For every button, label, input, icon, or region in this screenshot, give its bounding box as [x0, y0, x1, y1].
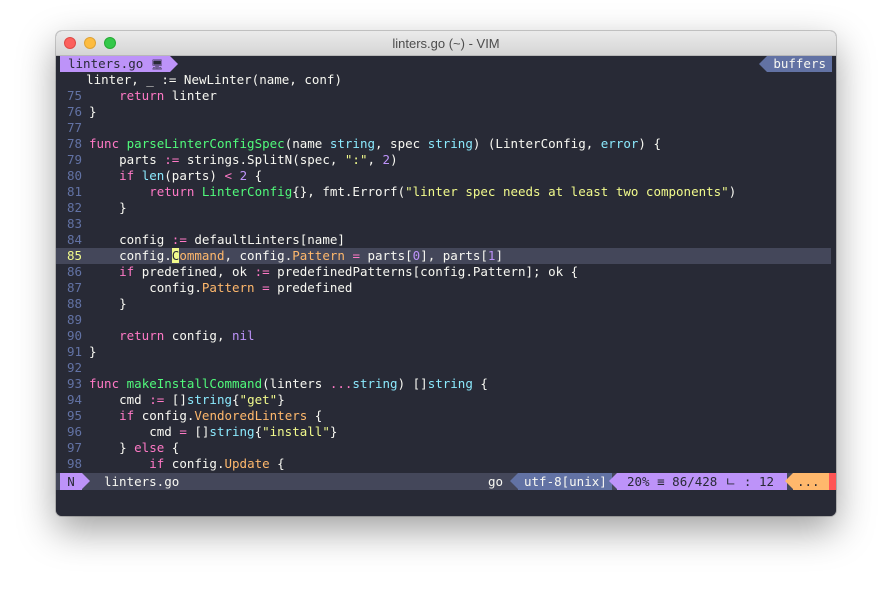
- line-number: 96: [66, 424, 82, 439]
- line-number: 76: [66, 104, 82, 119]
- line-number: 79: [66, 152, 82, 167]
- line-number: 83: [66, 216, 82, 231]
- status-filetype: go: [488, 474, 504, 489]
- current-code-line: 85 config.Command, config.Pattern = part…: [56, 248, 831, 264]
- code-line: 77: [56, 120, 836, 136]
- line-number: 90: [66, 328, 82, 343]
- status-warnings: ...: [785, 473, 829, 490]
- line-number: 95: [66, 408, 82, 423]
- line-number: 85: [66, 248, 82, 263]
- tab-icon: 🖥: [150, 60, 164, 71]
- line-number: 82: [66, 200, 82, 215]
- tab-linters-go[interactable]: linters.go 🖥: [60, 56, 177, 72]
- line-number: 88: [66, 296, 82, 311]
- code-line: 86 if predefined, ok := predefinedPatter…: [56, 264, 836, 280]
- line-number: 87: [66, 280, 82, 295]
- title-bar[interactable]: linters.go (~) - VIM: [56, 31, 836, 56]
- code-line: 92: [56, 360, 836, 376]
- line-number: 81: [66, 184, 82, 199]
- command-line[interactable]: [56, 490, 836, 516]
- code-line: 88 }: [56, 296, 836, 312]
- buffers-label[interactable]: buffers: [759, 56, 832, 72]
- status-line: N linters.go go utf-8[unix] 20% ≡ 86/428…: [56, 473, 836, 490]
- menu-lines-icon: ≡: [657, 474, 665, 489]
- line-col-icon: ㄴ: [724, 474, 737, 489]
- code-text: linter, _ := NewLinter(name, conf): [56, 72, 342, 87]
- code-line: 98 if config.Update {: [56, 456, 836, 472]
- status-percent: 20%: [627, 474, 650, 489]
- line-number: 97: [66, 440, 82, 455]
- editor-buffer[interactable]: linter, _ := NewLinter(name, conf) 75 re…: [56, 72, 836, 472]
- line-number: 77: [66, 120, 82, 135]
- code-line: 79 parts := strings.SplitN(spec, ":", 2): [56, 152, 836, 168]
- code-line: 87 config.Pattern = predefined: [56, 280, 836, 296]
- tabline: linters.go 🖥 buffers: [56, 56, 836, 72]
- code-line: 80 if len(parts) < 2 {: [56, 168, 836, 184]
- status-column: 12: [758, 474, 775, 489]
- code-line: 75 return linter: [56, 88, 836, 104]
- line-number: 92: [66, 360, 82, 375]
- line-number: 93: [66, 376, 82, 391]
- status-errors: [829, 473, 836, 490]
- line-number: 86: [66, 264, 82, 279]
- line-number: 78: [66, 136, 82, 151]
- status-encoding: utf-8[unix]: [510, 473, 612, 490]
- status-filename: linters.go: [104, 474, 180, 489]
- code-line: 83: [56, 216, 836, 232]
- code-line: 96 cmd = []string{"install"}: [56, 424, 836, 440]
- line-number: 89: [66, 312, 82, 327]
- code-line: 78 func parseLinterConfigSpec(name string…: [56, 136, 836, 152]
- code-line: 95 if config.VendoredLinters {: [56, 408, 836, 424]
- vim-window: linters.go (~) - VIM linters.go 🖥 buffer…: [56, 31, 836, 516]
- code-line: 90 return config, nil: [56, 328, 836, 344]
- code-line: 91}: [56, 344, 836, 360]
- status-position: 20% ≡ 86/428 ㄴ : 12: [609, 473, 787, 490]
- line-number: 84: [66, 232, 82, 247]
- line-number: 98: [66, 456, 82, 471]
- code-line: linter, _ := NewLinter(name, conf): [56, 72, 836, 88]
- mode-indicator: N: [60, 473, 90, 490]
- window-title: linters.go (~) - VIM: [392, 36, 500, 51]
- code-line: 82 }: [56, 200, 836, 216]
- tab-label: linters.go: [68, 56, 144, 71]
- line-number: 94: [66, 392, 82, 407]
- code-line: 81 return LinterConfig{}, fmt.Errorf("li…: [56, 184, 836, 200]
- code-line: 89: [56, 312, 836, 328]
- line-number: 80: [66, 168, 82, 183]
- code-line: 84 config := defaultLinters[name]: [56, 232, 836, 248]
- code-line: 97 } else {: [56, 440, 836, 456]
- code-line: 93 func makeInstallCommand(linters ...str…: [56, 376, 836, 392]
- line-number: 91: [66, 344, 82, 359]
- code-line: 76}: [56, 104, 836, 120]
- status-line-count: 86/428: [672, 474, 718, 489]
- line-number: 75: [66, 88, 82, 103]
- code-line: 94 cmd := []string{"get"}: [56, 392, 836, 408]
